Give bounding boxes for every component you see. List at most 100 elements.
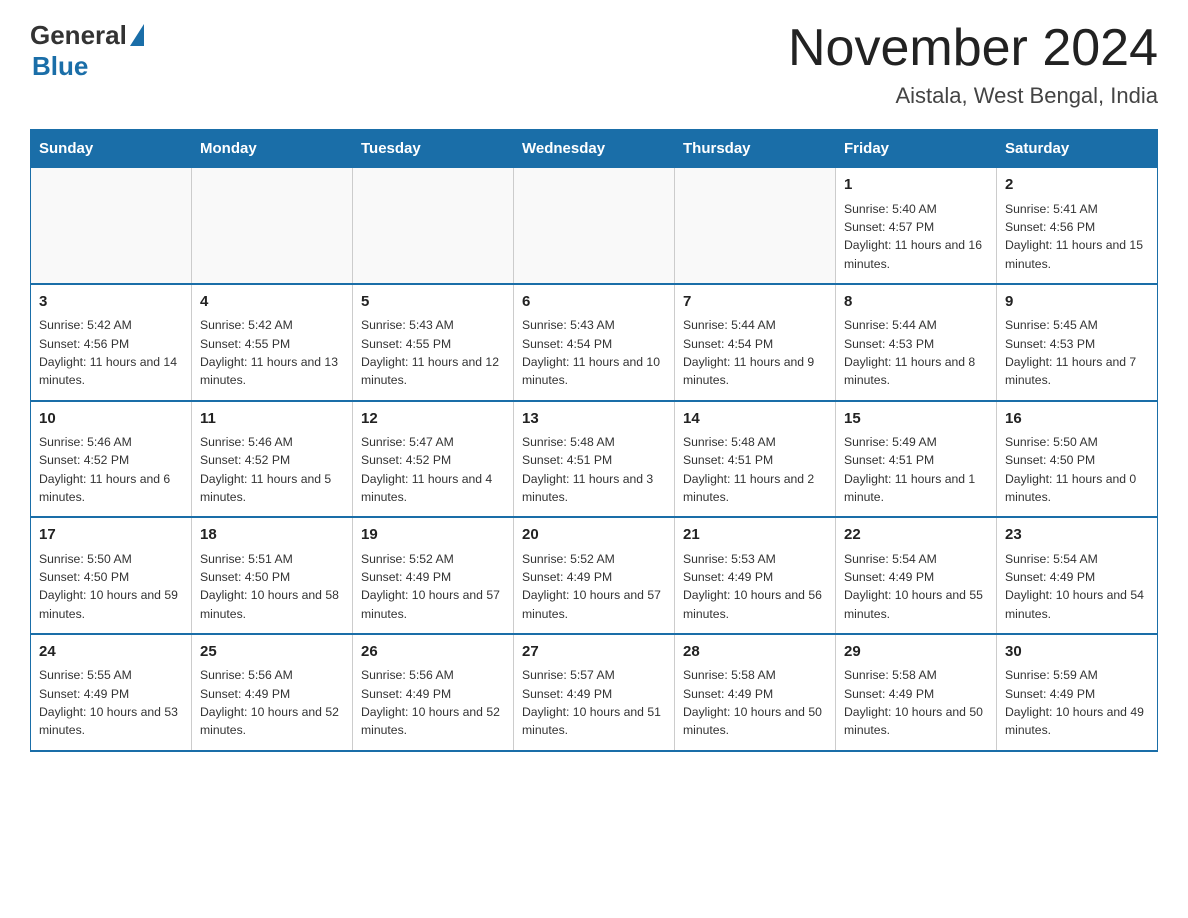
day-number: 24	[39, 641, 183, 664]
day-info: Sunrise: 5:42 AMSunset: 4:56 PMDaylight:…	[39, 316, 183, 389]
calendar-cell: 23 Sunrise: 5:54 AMSunset: 4:49 PMDayligh…	[997, 517, 1158, 634]
day-number: 8	[844, 291, 988, 314]
day-info: Sunrise: 5:43 AMSunset: 4:54 PMDaylight:…	[522, 316, 666, 389]
calendar-cell: 2 Sunrise: 5:41 AMSunset: 4:56 PMDaylight…	[997, 168, 1158, 284]
day-number: 3	[39, 291, 183, 314]
day-number: 10	[39, 408, 183, 431]
calendar-cell: 13Sunrise: 5:48 AMSunset: 4:51 PMDayligh…	[514, 401, 675, 518]
day-info: Sunrise: 5:51 AMSunset: 4:50 PMDaylight:…	[200, 550, 344, 623]
calendar-week-row: 24Sunrise: 5:55 AMSunset: 4:49 PMDayligh…	[31, 634, 1158, 751]
calendar-header-row: SundayMondayTuesdayWednesdayThursdayFrid…	[31, 130, 1158, 168]
day-number: 14	[683, 408, 827, 431]
calendar-cell: 19 Sunrise: 5:52 AMSunset: 4:49 PMDayligh…	[353, 517, 514, 634]
day-info: Sunrise: 5:57 AMSunset: 4:49 PMDaylight:…	[522, 666, 666, 739]
calendar-week-row: 10Sunrise: 5:46 AMSunset: 4:52 PMDayligh…	[31, 401, 1158, 518]
day-info: Sunrise: 5:44 AMSunset: 4:54 PMDaylight:…	[683, 316, 827, 389]
day-info: Sunrise: 5:56 AMSunset: 4:49 PMDaylight:…	[200, 666, 344, 739]
day-number: 5	[361, 291, 505, 314]
day-number: 16	[1005, 408, 1149, 431]
day-number: 2	[1005, 174, 1149, 197]
header-right: November 2024 Aistala, West Bengal, Indi…	[788, 20, 1158, 109]
day-info: Sunrise: 5:47 AMSunset: 4:52 PMDaylight:…	[361, 433, 505, 506]
calendar-cell: 27Sunrise: 5:57 AMSunset: 4:49 PMDayligh…	[514, 634, 675, 751]
day-info: Sunrise: 5:50 AMSunset: 4:50 PMDaylight:…	[1005, 433, 1149, 506]
calendar-cell: 20 Sunrise: 5:52 AMSunset: 4:49 PMDayligh…	[514, 517, 675, 634]
day-info: Sunrise: 5:40 AMSunset: 4:57 PMDaylight:…	[844, 200, 988, 273]
calendar-cell	[353, 168, 514, 284]
day-info: Sunrise: 5:52 AMSunset: 4:49 PMDaylight:…	[361, 550, 505, 623]
day-info: Sunrise: 5:58 AMSunset: 4:49 PMDaylight:…	[844, 666, 988, 739]
calendar-cell: 16Sunrise: 5:50 AMSunset: 4:50 PMDayligh…	[997, 401, 1158, 518]
calendar-cell: 15Sunrise: 5:49 AMSunset: 4:51 PMDayligh…	[836, 401, 997, 518]
calendar-cell: 7Sunrise: 5:44 AMSunset: 4:54 PMDaylight…	[675, 284, 836, 401]
day-info: Sunrise: 5:54 AMSunset: 4:49 PMDaylight:…	[844, 550, 988, 623]
day-info: Sunrise: 5:55 AMSunset: 4:49 PMDaylight:…	[39, 666, 183, 739]
calendar-cell	[514, 168, 675, 284]
calendar-cell: 24Sunrise: 5:55 AMSunset: 4:49 PMDayligh…	[31, 634, 192, 751]
calendar-cell: 30Sunrise: 5:59 AMSunset: 4:49 PMDayligh…	[997, 634, 1158, 751]
day-number: 18	[200, 524, 344, 547]
day-number: 30	[1005, 641, 1149, 664]
day-info: Sunrise: 5:41 AMSunset: 4:56 PMDaylight:…	[1005, 200, 1149, 273]
column-header-thursday: Thursday	[675, 130, 836, 168]
day-info: Sunrise: 5:43 AMSunset: 4:55 PMDaylight:…	[361, 316, 505, 389]
day-number: 28	[683, 641, 827, 664]
day-number: 23	[1005, 524, 1149, 547]
location-title: Aistala, West Bengal, India	[788, 83, 1158, 109]
calendar-week-row: 3Sunrise: 5:42 AMSunset: 4:56 PMDaylight…	[31, 284, 1158, 401]
calendar-cell: 9Sunrise: 5:45 AMSunset: 4:53 PMDaylight…	[997, 284, 1158, 401]
calendar-cell: 10Sunrise: 5:46 AMSunset: 4:52 PMDayligh…	[31, 401, 192, 518]
day-info: Sunrise: 5:58 AMSunset: 4:49 PMDaylight:…	[683, 666, 827, 739]
day-info: Sunrise: 5:46 AMSunset: 4:52 PMDaylight:…	[39, 433, 183, 506]
day-info: Sunrise: 5:59 AMSunset: 4:49 PMDaylight:…	[1005, 666, 1149, 739]
logo-general-text: General	[30, 20, 127, 51]
calendar-cell: 8Sunrise: 5:44 AMSunset: 4:53 PMDaylight…	[836, 284, 997, 401]
calendar-cell: 21Sunrise: 5:53 AMSunset: 4:49 PMDayligh…	[675, 517, 836, 634]
calendar-cell: 6Sunrise: 5:43 AMSunset: 4:54 PMDaylight…	[514, 284, 675, 401]
column-header-friday: Friday	[836, 130, 997, 168]
day-info: Sunrise: 5:48 AMSunset: 4:51 PMDaylight:…	[522, 433, 666, 506]
day-number: 7	[683, 291, 827, 314]
day-info: Sunrise: 5:45 AMSunset: 4:53 PMDaylight:…	[1005, 316, 1149, 389]
column-header-tuesday: Tuesday	[353, 130, 514, 168]
calendar-cell: 28Sunrise: 5:58 AMSunset: 4:49 PMDayligh…	[675, 634, 836, 751]
column-header-wednesday: Wednesday	[514, 130, 675, 168]
month-title: November 2024	[788, 20, 1158, 77]
calendar-cell: 25Sunrise: 5:56 AMSunset: 4:49 PMDayligh…	[192, 634, 353, 751]
calendar-cell: 29Sunrise: 5:58 AMSunset: 4:49 PMDayligh…	[836, 634, 997, 751]
day-info: Sunrise: 5:42 AMSunset: 4:55 PMDaylight:…	[200, 316, 344, 389]
day-info: Sunrise: 5:44 AMSunset: 4:53 PMDaylight:…	[844, 316, 988, 389]
calendar-cell	[192, 168, 353, 284]
page-header: General Blue November 2024 Aistala, West…	[30, 20, 1158, 109]
logo-blue-text: Blue	[32, 51, 88, 82]
logo-triangle-icon	[130, 24, 144, 46]
day-info: Sunrise: 5:54 AMSunset: 4:49 PMDaylight:…	[1005, 550, 1149, 623]
calendar-cell	[31, 168, 192, 284]
day-number: 27	[522, 641, 666, 664]
day-number: 19	[361, 524, 505, 547]
column-header-sunday: Sunday	[31, 130, 192, 168]
calendar-table: SundayMondayTuesdayWednesdayThursdayFrid…	[30, 129, 1158, 751]
calendar-cell: 11Sunrise: 5:46 AMSunset: 4:52 PMDayligh…	[192, 401, 353, 518]
day-number: 29	[844, 641, 988, 664]
day-number: 9	[1005, 291, 1149, 314]
day-info: Sunrise: 5:50 AMSunset: 4:50 PMDaylight:…	[39, 550, 183, 623]
day-number: 12	[361, 408, 505, 431]
day-info: Sunrise: 5:56 AMSunset: 4:49 PMDaylight:…	[361, 666, 505, 739]
day-number: 20	[522, 524, 666, 547]
day-info: Sunrise: 5:46 AMSunset: 4:52 PMDaylight:…	[200, 433, 344, 506]
column-header-monday: Monday	[192, 130, 353, 168]
day-number: 13	[522, 408, 666, 431]
day-number: 4	[200, 291, 344, 314]
day-info: Sunrise: 5:49 AMSunset: 4:51 PMDaylight:…	[844, 433, 988, 506]
day-number: 17	[39, 524, 183, 547]
day-number: 11	[200, 408, 344, 431]
day-info: Sunrise: 5:53 AMSunset: 4:49 PMDaylight:…	[683, 550, 827, 623]
calendar-cell: 3Sunrise: 5:42 AMSunset: 4:56 PMDaylight…	[31, 284, 192, 401]
day-number: 15	[844, 408, 988, 431]
logo: General Blue	[30, 20, 144, 82]
calendar-cell: 12Sunrise: 5:47 AMSunset: 4:52 PMDayligh…	[353, 401, 514, 518]
day-info: Sunrise: 5:48 AMSunset: 4:51 PMDaylight:…	[683, 433, 827, 506]
day-number: 25	[200, 641, 344, 664]
day-info: Sunrise: 5:52 AMSunset: 4:49 PMDaylight:…	[522, 550, 666, 623]
